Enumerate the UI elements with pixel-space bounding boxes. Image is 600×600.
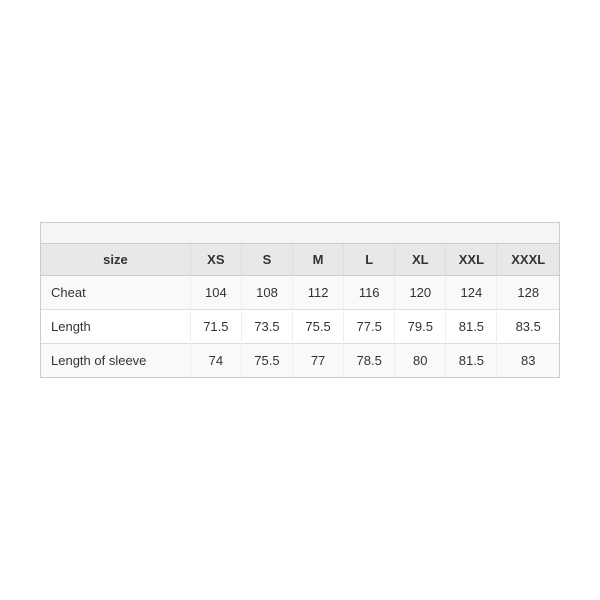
cell-0-1: 108 [241, 276, 292, 310]
table-row: Length of sleeve7475.57778.58081.583 [41, 344, 559, 378]
cell-0-2: 112 [293, 276, 344, 310]
cell-1-4: 79.5 [395, 310, 446, 344]
header-col-xxxl: XXXL [497, 244, 559, 276]
table-row: Length71.573.575.577.579.581.583.5 [41, 310, 559, 344]
header-col-l: L [344, 244, 395, 276]
cell-2-1: 75.5 [241, 344, 292, 378]
row-label-0: Cheat [41, 276, 190, 310]
header-col-m: M [293, 244, 344, 276]
cell-1-6: 83.5 [497, 310, 559, 344]
cell-0-3: 116 [344, 276, 395, 310]
cell-1-5: 81.5 [446, 310, 497, 344]
cell-1-1: 73.5 [241, 310, 292, 344]
size-table: sizeXSSMLXLXXLXXXL Cheat1041081121161201… [41, 244, 559, 377]
chart-title-row [41, 223, 559, 244]
cell-2-5: 81.5 [446, 344, 497, 378]
cell-2-0: 74 [190, 344, 241, 378]
cell-1-0: 71.5 [190, 310, 241, 344]
cell-2-2: 77 [293, 344, 344, 378]
row-label-2: Length of sleeve [41, 344, 190, 378]
table-row: Cheat104108112116120124128 [41, 276, 559, 310]
cell-0-4: 120 [395, 276, 446, 310]
header-col-xl: XL [395, 244, 446, 276]
cell-2-3: 78.5 [344, 344, 395, 378]
cell-0-5: 124 [446, 276, 497, 310]
header-col-xs: XS [190, 244, 241, 276]
header-col-s: S [241, 244, 292, 276]
cell-2-4: 80 [395, 344, 446, 378]
header-col-xxl: XXL [446, 244, 497, 276]
header-col-size: size [41, 244, 190, 276]
cell-2-6: 83 [497, 344, 559, 378]
header-row: sizeXSSMLXLXXLXXXL [41, 244, 559, 276]
table-body: Cheat104108112116120124128Length71.573.5… [41, 276, 559, 378]
size-chart: sizeXSSMLXLXXLXXXL Cheat1041081121161201… [40, 222, 560, 378]
row-label-1: Length [41, 310, 190, 344]
cell-0-6: 128 [497, 276, 559, 310]
cell-0-0: 104 [190, 276, 241, 310]
cell-1-3: 77.5 [344, 310, 395, 344]
cell-1-2: 75.5 [293, 310, 344, 344]
table-header: sizeXSSMLXLXXLXXXL [41, 244, 559, 276]
